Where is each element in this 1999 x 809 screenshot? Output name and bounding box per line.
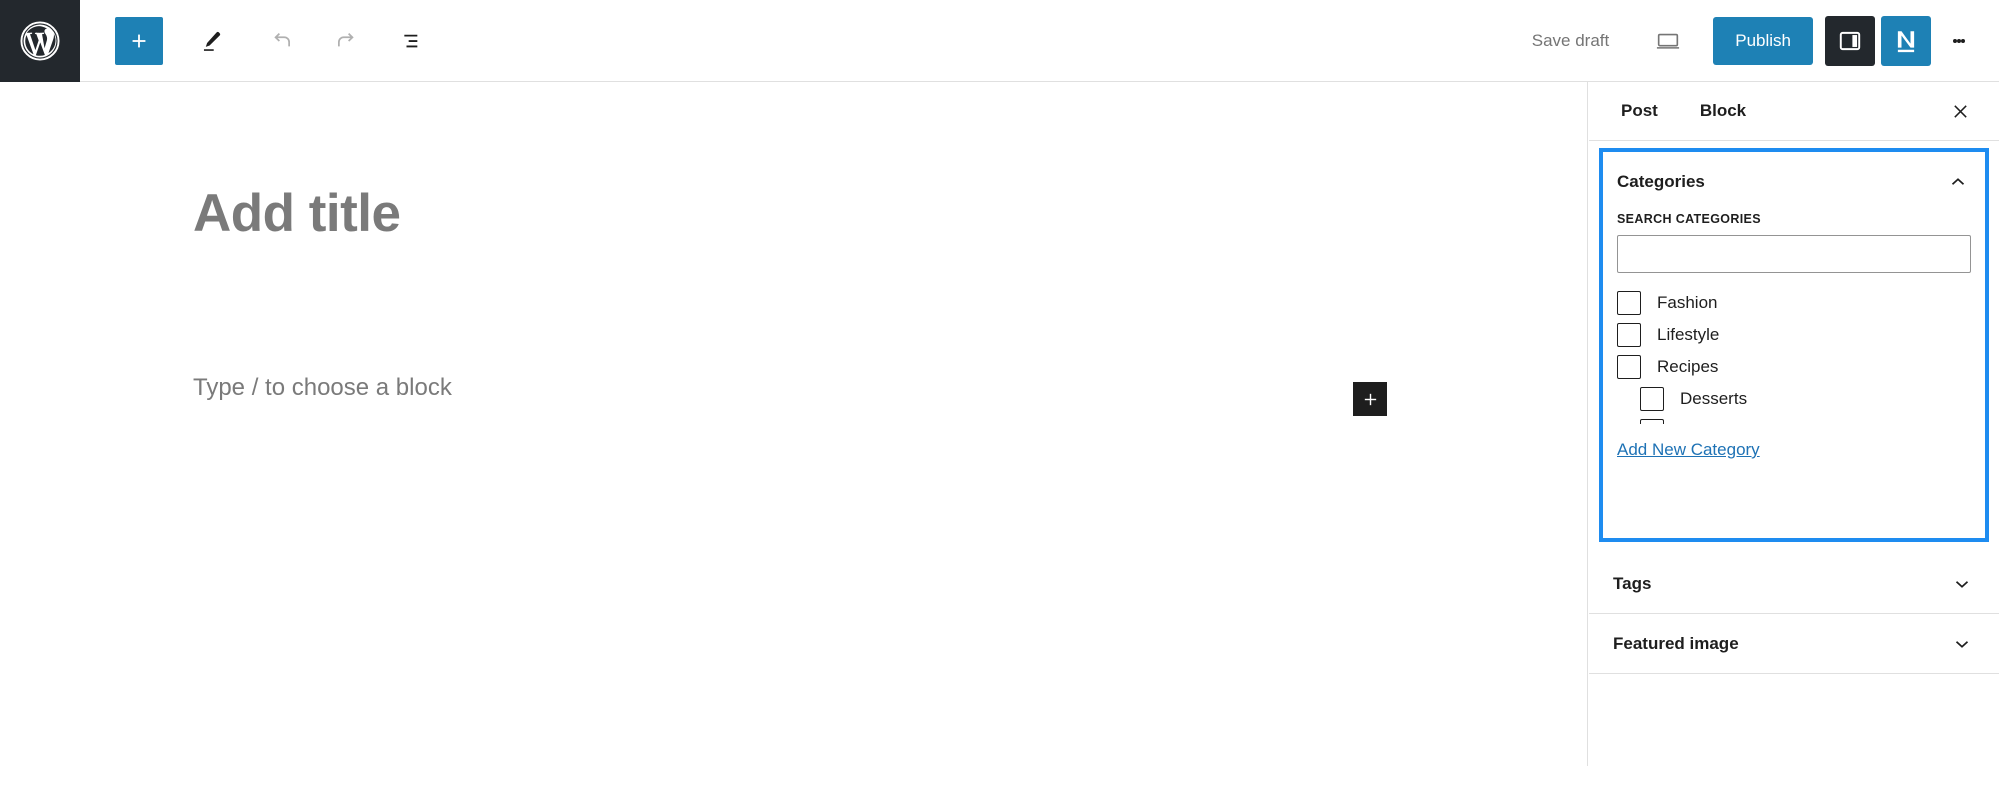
edit-mode-pencil-icon[interactable] (187, 17, 235, 65)
category-label: Desserts (1680, 389, 1748, 408)
category-item-drinks[interactable]: Drinks (1617, 415, 1971, 424)
search-categories-input[interactable] (1617, 235, 1971, 273)
close-sidebar-icon[interactable] (1943, 94, 1977, 128)
category-label: Drinks (1680, 421, 1728, 424)
plugin-button[interactable] (1881, 15, 1931, 66)
category-label: Recipes (1657, 357, 1719, 376)
checkbox-fashion[interactable] (1617, 291, 1641, 315)
categories-panel: Categories SEARCH CATEGORIES Fashion Lif… (1599, 148, 1989, 542)
search-categories-label: SEARCH CATEGORIES (1617, 212, 1761, 226)
header-right-tools: Save draft Publish (1520, 15, 1999, 66)
editor-canvas: Add title Type / to choose a block (0, 82, 1588, 766)
checkbox-recipes[interactable] (1617, 355, 1641, 379)
categories-panel-header[interactable]: Categories (1603, 152, 1985, 212)
sidebar-tab-bar: Post Block (1589, 82, 1999, 141)
undo-arrow-icon[interactable] (257, 17, 305, 65)
category-item-lifestyle[interactable]: Lifestyle (1617, 319, 1971, 351)
checkbox-drinks[interactable] (1640, 419, 1664, 424)
category-item-desserts[interactable]: Desserts (1617, 383, 1971, 415)
preview-desktop-icon[interactable] (1645, 18, 1691, 64)
checkbox-desserts[interactable] (1640, 387, 1664, 411)
post-title-input[interactable]: Add title (193, 183, 401, 244)
chevron-down-icon[interactable] (1949, 631, 1975, 657)
wordpress-logo-icon[interactable] (0, 0, 80, 82)
redo-arrow-icon[interactable] (323, 17, 371, 65)
category-item-fashion[interactable]: Fashion (1617, 287, 1971, 319)
wordpress-block-editor: Save draft Publish Add title Type / to c… (0, 0, 1999, 809)
category-item-recipes[interactable]: Recipes (1617, 351, 1971, 383)
chevron-up-icon[interactable] (1945, 169, 1971, 195)
chevron-down-icon[interactable] (1949, 571, 1975, 597)
category-label: Lifestyle (1657, 325, 1720, 344)
tab-post[interactable]: Post (1611, 101, 1668, 121)
header-left-tools (80, 16, 437, 65)
block-placeholder-text[interactable]: Type / to choose a block (193, 374, 452, 402)
settings-sidebar: Post Block Categories SEARCH CATEGORIES (1589, 82, 1999, 809)
settings-sidebar-toggle-button[interactable] (1825, 15, 1875, 66)
empty-block-row: Type / to choose a block (193, 374, 1393, 402)
categories-panel-title: Categories (1617, 172, 1705, 191)
publish-button[interactable]: Publish (1713, 16, 1813, 65)
editor-header-toolbar: Save draft Publish (0, 0, 1999, 82)
categories-panel-body: SEARCH CATEGORIES Fashion Lifestyle Reci… (1603, 212, 1985, 470)
featured-image-panel-header[interactable]: Featured image (1589, 614, 1999, 674)
tags-panel-header[interactable]: Tags (1589, 554, 1999, 614)
inline-block-inserter-button[interactable] (1353, 382, 1387, 416)
add-new-category-link[interactable]: Add New Category (1617, 440, 1760, 460)
more-options-button[interactable] (1937, 18, 1981, 64)
tags-panel-title: Tags (1613, 574, 1652, 593)
dot (1961, 38, 1965, 43)
featured-image-panel-title: Featured image (1613, 633, 1739, 653)
details-list-view-icon[interactable] (389, 17, 437, 65)
add-block-button[interactable] (115, 16, 163, 65)
category-label: Fashion (1657, 293, 1718, 312)
categories-checkbox-list[interactable]: Fashion Lifestyle Recipes Desserts (1617, 287, 1971, 424)
tab-block[interactable]: Block (1690, 101, 1756, 121)
checkbox-lifestyle[interactable] (1617, 323, 1641, 347)
save-draft-button[interactable]: Save draft (1520, 23, 1622, 59)
